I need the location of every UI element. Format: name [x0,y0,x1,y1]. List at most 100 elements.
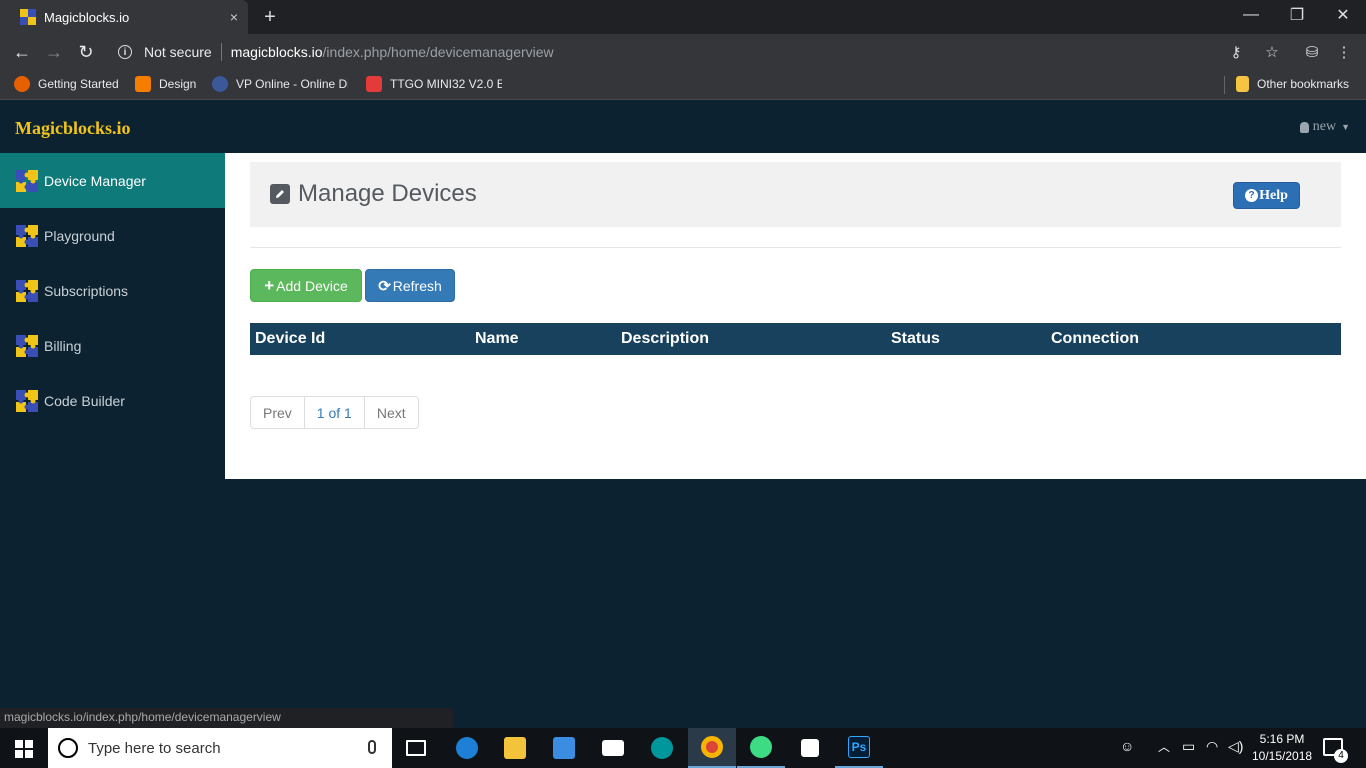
edge-icon[interactable] [443,728,491,768]
firefox-icon [14,76,30,92]
new-tab-button[interactable]: + [258,4,282,30]
sidebar-item-label: Subscriptions [44,282,129,299]
refresh-icon: ⟳ [378,277,391,295]
windows-taskbar: Type here to search Ps ☺ ︿ ▭ ◠ ◁) 5:16 P… [0,728,1366,768]
chrome-icon[interactable] [688,728,736,768]
user-icon [1299,121,1309,133]
devices-table-header: Device Id Name Description Status Connec… [250,323,1341,355]
sidebar: Device Manager Playground Subscriptions … [0,153,225,708]
main-content: Manage Devices ? Help + Add Device ⟳ Ref… [225,153,1366,479]
sidebar-item-code-builder[interactable]: Code Builder [0,373,225,428]
user-menu[interactable]: new ▼ [1299,119,1350,135]
notification-badge: 4 [1334,749,1348,763]
other-bookmarks[interactable]: Other bookmarks [1236,76,1349,92]
microphone-icon[interactable] [368,740,376,754]
sidebar-item-label: Billing [44,337,82,354]
page-header-panel: Manage Devices ? Help [250,162,1341,227]
windows-start-icon[interactable] [15,740,33,758]
clock-time: 5:16 PM [1259,732,1305,746]
tab-title: Magicblocks.io [44,9,130,25]
caret-down-icon: ▼ [1341,122,1350,132]
bookmarks-bar: Getting Started Design VP Online - Onlin… [0,70,1366,100]
page-title: Manage Devices [270,180,477,208]
sidebar-item-label: Playground [44,227,115,244]
url-path: /index.php/home/devicemanagerview [322,44,554,60]
omnibox[interactable]: i Not secure magicblocks.io/index.php/ho… [108,38,1288,66]
refresh-button[interactable]: ⟳ Refresh [365,269,455,302]
reload-icon[interactable]: ↻ [72,38,100,66]
clock-date: 10/15/2018 [1252,749,1313,763]
sidebar-item-playground[interactable]: Playground [0,208,225,263]
store-icon[interactable] [540,728,588,768]
pagination: Prev 1 of 1 Next [250,396,419,429]
browser-tab[interactable]: Magicblocks.io × [0,0,248,34]
add-device-button[interactable]: + Add Device [250,269,362,302]
address-toolbar: ← → ↻ i Not secure magicblocks.io/index.… [0,34,1366,70]
puzzle-icon [20,9,36,25]
task-view-icon[interactable] [392,728,440,768]
page-indicator[interactable]: 1 of 1 [305,397,365,428]
browser-tab-strip: Magicblocks.io × + — ❐ ✕ [0,0,1366,34]
bookmark-design[interactable]: Design [135,76,196,92]
menu-icon[interactable]: ⋮ [1330,38,1358,66]
brand-logo[interactable]: Magicblocks.io [15,118,131,139]
star-icon[interactable]: ☆ [1258,38,1286,66]
clock[interactable]: 5:16 PM 10/15/2018 [1252,731,1312,765]
page-title-text: Manage Devices [298,180,477,207]
sidebar-item-label: Code Builder [44,392,125,409]
android-studio-icon[interactable] [737,728,785,768]
sidebar-item-subscriptions[interactable]: Subscriptions [0,263,225,318]
back-icon[interactable]: ← [8,38,36,66]
wifi-icon[interactable]: ◠ [1206,738,1218,755]
other-bookmarks-label: Other bookmarks [1257,77,1350,91]
file-explorer-icon[interactable] [491,728,539,768]
close-window-icon[interactable]: ✕ [1320,0,1366,30]
vp-online-icon [212,76,228,92]
security-label: Not secure [144,44,212,60]
column-status: Status [891,330,940,347]
divider [250,247,1341,248]
sticky-notes-icon[interactable] [786,728,834,768]
sidebar-item-label: Device Manager [44,172,146,189]
battery-icon[interactable]: ▭ [1182,738,1195,755]
help-label: Help [1259,187,1288,203]
arduino-icon[interactable] [638,728,686,768]
photoshop-icon[interactable]: Ps [835,728,883,768]
add-device-label: Add Device [276,277,348,294]
info-icon[interactable]: i [118,45,132,59]
bookmark-vp-online[interactable]: VP Online - Online Di [212,76,348,92]
bookmark-label: Design [159,77,197,91]
key-icon[interactable]: ⚷ [1222,38,1250,66]
divider [220,43,222,61]
sidebar-item-billing[interactable]: Billing [0,318,225,373]
column-name: Name [475,330,519,347]
restore-icon[interactable]: ❐ [1274,0,1320,30]
puzzle-icon [16,389,38,412]
puzzle-icon [16,279,38,302]
puzzle-icon [16,169,38,192]
help-button[interactable]: ? Help [1233,182,1300,209]
user-name: new [1312,119,1337,134]
next-button[interactable]: Next [365,397,418,428]
forward-icon[interactable]: → [40,38,68,66]
search-placeholder: Type here to search [88,739,221,757]
chevron-up-icon[interactable]: ︿ [1158,738,1170,755]
bookmark-getting-started[interactable]: Getting Started [14,76,119,92]
close-tab-icon[interactable]: × [220,9,248,25]
taskbar-search[interactable]: Type here to search [48,728,392,768]
extension-icon[interactable]: ⛁ [1298,38,1326,66]
plus-icon: + [264,275,275,295]
bookmark-label: TTGO MINI32 V2.0 ES [390,77,502,91]
people-icon[interactable]: ☺ [1120,738,1134,754]
refresh-label: Refresh [392,277,442,294]
mail-icon[interactable] [589,728,637,768]
folder-icon [1236,76,1249,92]
bookmark-ttgo[interactable]: TTGO MINI32 V2.0 ES [366,76,502,92]
prev-button[interactable]: Prev [251,397,305,428]
volume-icon[interactable]: ◁) [1228,738,1243,755]
sidebar-item-device-manager[interactable]: Device Manager [0,153,225,208]
column-description: Description [621,330,710,347]
url-host: magicblocks.io [230,44,323,60]
minimize-icon[interactable]: — [1228,0,1274,30]
blogger-icon [135,76,151,92]
